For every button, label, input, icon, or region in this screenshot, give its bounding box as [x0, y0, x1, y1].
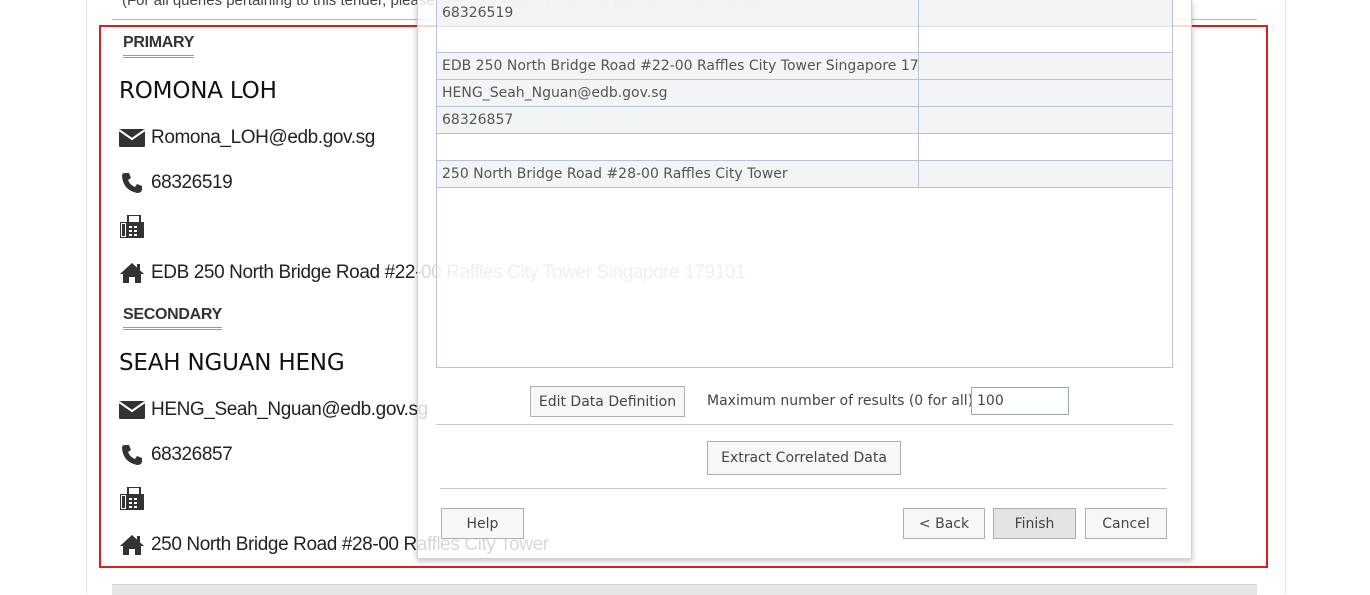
secondary-email-link[interactable]: HENG_Seah_Nguan@edb.gov.sg — [151, 399, 428, 421]
grid-cell[interactable] — [919, 53, 1172, 79]
primary-phone-value: 68326519 — [151, 172, 233, 193]
fax-icon — [119, 487, 145, 510]
extract-correlated-data-button[interactable]: Extract Correlated Data — [707, 441, 901, 475]
fax-icon — [119, 215, 145, 238]
grid-cell[interactable] — [437, 26, 919, 52]
secondary-email-row: HENG_Seah_Nguan@edb.gov.sg — [119, 399, 428, 421]
table-row[interactable]: 68326519 — [437, 0, 1172, 27]
table-row[interactable]: 250 North Bridge Road #28-00 Raffles Cit… — [437, 161, 1172, 188]
cancel-button[interactable]: Cancel — [1085, 508, 1167, 539]
envelope-icon — [119, 127, 145, 149]
table-row[interactable]: HENG_Seah_Nguan@edb.gov.sg — [437, 80, 1172, 107]
grid-cell[interactable] — [919, 26, 1172, 52]
primary-phone-row: 68326519 — [119, 172, 233, 194]
edit-data-definition-button[interactable]: Edit Data Definition — [530, 386, 685, 417]
table-row[interactable]: 68326857 — [437, 107, 1172, 134]
primary-contact-name: ROMONA LOH — [119, 78, 277, 104]
phone-icon — [119, 172, 145, 194]
grid-cell[interactable]: EDB 250 North Bridge Road #22-00 Raffles… — [437, 53, 919, 79]
grid-cell[interactable]: 68326857 — [437, 107, 919, 133]
grid-cell[interactable] — [437, 134, 919, 160]
primary-email-row: Romona_LOH@edb.gov.sg — [119, 127, 375, 149]
grid-cell[interactable] — [919, 134, 1172, 160]
phone-icon — [119, 444, 145, 466]
finish-button[interactable]: Finish — [993, 508, 1076, 539]
grid-cell[interactable] — [919, 107, 1172, 133]
envelope-icon — [119, 399, 145, 421]
home-icon — [119, 262, 145, 284]
secondary-section-label: SECONDARY — [123, 306, 222, 330]
grid-cell[interactable] — [919, 80, 1172, 106]
data-extraction-wizard-dialog: 68326519 EDB 250 North Bridge Road #22-0… — [417, 0, 1192, 559]
secondary-phone-value: 68326857 — [151, 444, 233, 465]
secondary-contact-name: SEAH NGUAN HENG — [119, 350, 345, 376]
table-row[interactable] — [437, 134, 1172, 161]
results-grid[interactable]: 68326519 EDB 250 North Bridge Road #22-0… — [436, 0, 1173, 368]
secondary-phone-row: 68326857 — [119, 444, 233, 466]
help-button[interactable]: Help — [441, 508, 524, 539]
grid-cell[interactable]: 250 North Bridge Road #28-00 Raffles Cit… — [437, 161, 919, 187]
max-results-label: Maximum number of results (0 for all) — [707, 393, 974, 409]
table-row[interactable]: EDB 250 North Bridge Road #22-00 Raffles… — [437, 53, 1172, 80]
grid-cell[interactable]: 68326519 — [437, 0, 919, 26]
table-row[interactable] — [437, 26, 1172, 53]
grid-cell[interactable]: HENG_Seah_Nguan@edb.gov.sg — [437, 80, 919, 106]
primary-email-link[interactable]: Romona_LOH@edb.gov.sg — [151, 127, 375, 149]
secondary-fax-row — [119, 487, 151, 510]
max-results-input[interactable] — [971, 387, 1069, 415]
divider — [440, 488, 1167, 489]
grid-cell[interactable] — [919, 161, 1172, 187]
primary-section-label: PRIMARY — [123, 34, 194, 58]
home-icon — [119, 534, 145, 556]
divider — [436, 424, 1173, 425]
grid-cell[interactable] — [919, 0, 1172, 26]
page-bottom-bar — [112, 584, 1257, 595]
back-button[interactable]: < Back — [903, 508, 985, 539]
primary-fax-row — [119, 215, 151, 238]
